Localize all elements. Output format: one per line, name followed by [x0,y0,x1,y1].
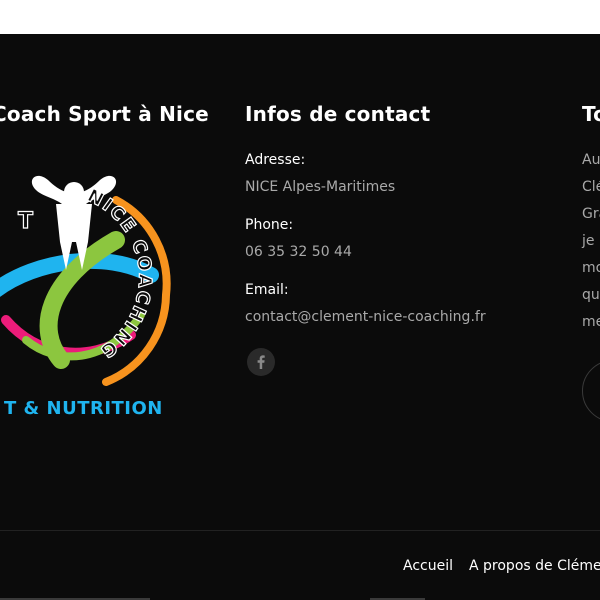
logo-bottom-text: T & NUTRITION [4,398,163,419]
footer-divider [0,530,600,531]
right-col-circle-button[interactable] [582,360,600,422]
footer-nav-a-propos[interactable]: A propos de Clément [469,558,600,574]
address-value: NICE Alpes-Maritimes [245,179,396,195]
right-col-line-2: Clé [582,179,600,195]
right-col-line-7: me [582,314,600,330]
right-col-line-1: Au [582,152,600,168]
right-col-line-3: Gra [582,206,600,222]
right-col-line-6: qu [582,287,600,303]
footer-heading-right: To [582,102,600,126]
footer-heading-contact: Infos de contact [245,102,431,126]
phone-link[interactable]: 06 35 32 50 44 [245,244,352,260]
coaching-logo-graphic: NICE COACHING T T & NUTRITION [0,175,171,419]
phone-label: Phone: [245,217,294,233]
facebook-button[interactable] [247,348,275,376]
email-label: Email: [245,282,289,298]
right-col-line-4: je [582,233,595,249]
coaching-logo: NICE COACHING T T & NUTRITION [0,150,206,430]
site-footer: Coach Sport à Nice Infos de contact To [0,34,600,600]
footer-nav-accueil[interactable]: Accueil [403,558,453,574]
footer-heading-coach: Coach Sport à Nice [0,102,209,126]
address-label: Adresse: [245,152,306,168]
email-link[interactable]: contact@clement-nice-coaching.fr [245,309,486,325]
top-white-strip [0,0,600,34]
facebook-icon [257,355,265,369]
right-col-line-5: mo [582,260,600,276]
logo-ring-text: NICE COACHING [84,185,156,362]
logo-top-letter: T [18,209,33,234]
